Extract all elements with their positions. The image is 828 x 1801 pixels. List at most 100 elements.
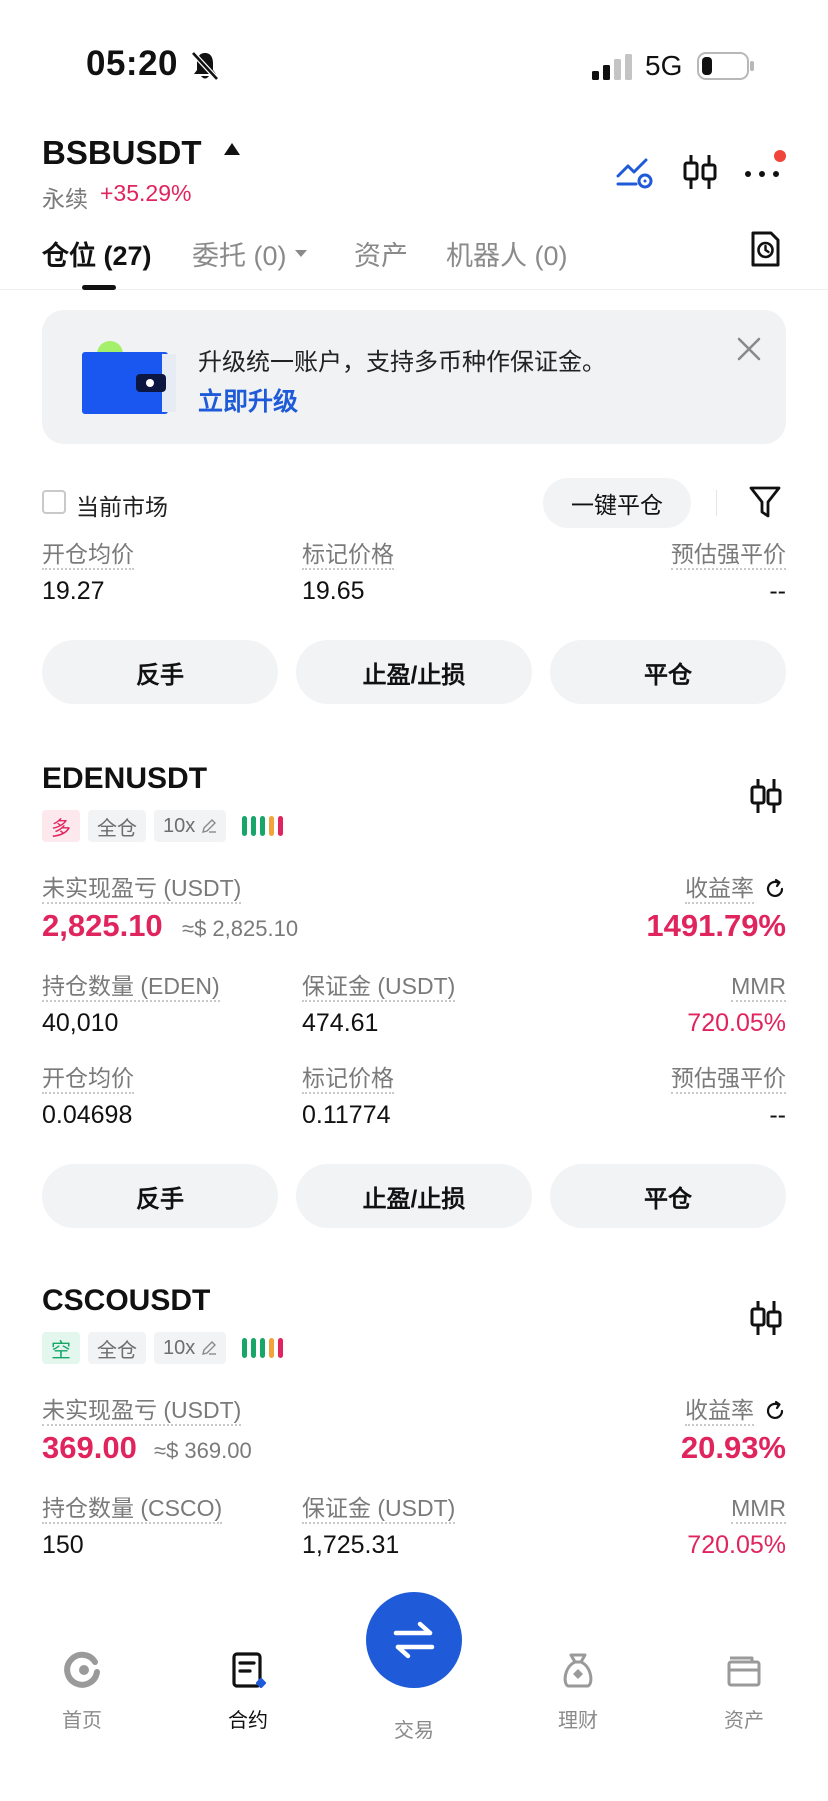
filter-icon[interactable]	[748, 484, 782, 520]
nav-trade-label[interactable]: 交易	[354, 1714, 474, 1743]
margin-value: 474.61	[302, 1009, 379, 1037]
active-tab-indicator	[82, 285, 116, 290]
leverage-badge[interactable]: 10x	[154, 1332, 227, 1364]
position-size-label[interactable]: 持仓数量 (EDEN)	[42, 972, 220, 1002]
candlestick-icon[interactable]	[748, 1298, 784, 1338]
tab-bots-label: 机器人 (0)	[446, 241, 568, 271]
reverse-button[interactable]: 反手	[42, 640, 278, 704]
side-badge: 空	[42, 1332, 80, 1364]
nav-contract[interactable]: 合约	[188, 1650, 308, 1733]
unrealized-pnl-value: 369.00	[42, 1430, 137, 1465]
mark-price-label[interactable]: 标记价格	[302, 1064, 394, 1094]
close-position-button[interactable]: 平仓	[550, 1164, 786, 1228]
margin-label[interactable]: 保证金 (USDT)	[302, 972, 456, 1002]
roe-header: 收益率	[685, 874, 786, 904]
position-card-cscousdt: CSCOUSDT 空 全仓 10x 未实现盈亏 (USDT) 369.00 ≈$…	[0, 1284, 828, 1584]
current-market-label[interactable]: 当前市场	[76, 488, 168, 522]
trade-button[interactable]	[366, 1592, 462, 1688]
position-size-value: 40,010	[42, 1009, 119, 1037]
status-time: 05:20	[86, 44, 179, 83]
position-tags: 多 全仓 10x	[42, 810, 284, 842]
mmr-value: 720.05%	[687, 1009, 786, 1037]
tab-bots[interactable]: 机器人 (0)	[446, 234, 568, 273]
symbol-selector[interactable]: BSBUSDT	[42, 134, 202, 172]
entry-price-label[interactable]: 开仓均价	[42, 540, 134, 570]
margin-mode-badge: 全仓	[88, 810, 146, 842]
price-change: +35.29%	[100, 180, 192, 206]
liquidation-price-label[interactable]: 预估强平价	[671, 540, 786, 570]
roe-label[interactable]: 收益率	[685, 874, 754, 904]
mark-price-label[interactable]: 标记价格	[302, 540, 394, 570]
position-symbol[interactable]: EDENUSDT	[42, 762, 207, 796]
unrealized-pnl-value: 2,825.10	[42, 908, 163, 943]
banner-message: 升级统一账户，支持多币种作保证金。	[198, 349, 606, 376]
upgrade-banner[interactable]: 升级统一账户，支持多币种作保证金。 立即升级	[42, 310, 786, 444]
position-size-label[interactable]: 持仓数量 (CSCO)	[42, 1494, 223, 1524]
candlestick-icon[interactable]	[748, 776, 784, 816]
entry-price-label[interactable]: 开仓均价	[42, 1064, 134, 1094]
nav-home-label: 首页	[62, 1710, 102, 1732]
unrealized-pnl-usd: ≈$ 369.00	[154, 1438, 252, 1463]
network-label: 5G	[645, 50, 683, 81]
roe-value: 20.93%	[680, 1430, 786, 1465]
mmr-label[interactable]: MMR	[731, 972, 786, 1002]
bottom-nav: 首页 合约 交易 理财 资产	[0, 1592, 828, 1801]
refresh-icon[interactable]	[764, 1400, 786, 1422]
mmr-label[interactable]: MMR	[731, 1494, 786, 1524]
refresh-icon[interactable]	[764, 878, 786, 900]
roe-label[interactable]: 收益率	[685, 1396, 754, 1426]
position-symbol[interactable]: CSCOUSDT	[42, 1284, 210, 1318]
position-tags: 空 全仓 10x	[42, 1332, 284, 1364]
roe-value: 1491.79%	[646, 908, 786, 943]
mark-price-value: 19.65	[302, 577, 365, 605]
leverage-badge[interactable]: 10x	[154, 810, 227, 842]
unrealized-pnl-label[interactable]: 未实现盈亏 (USDT)	[42, 874, 242, 904]
side-badge: 多	[42, 810, 80, 842]
filter-row: 当前市场 一键平仓	[0, 478, 828, 530]
bell-muted-icon	[191, 51, 219, 81]
close-position-button[interactable]: 平仓	[550, 640, 786, 704]
leverage-value: 10x	[163, 814, 196, 837]
mark-price-value: 0.11774	[302, 1101, 391, 1129]
current-market-checkbox[interactable]	[42, 490, 66, 514]
tab-orders[interactable]: 委托 (0)	[192, 234, 307, 273]
reverse-button[interactable]: 反手	[42, 1164, 278, 1228]
tpsl-button[interactable]: 止盈/止损	[296, 640, 532, 704]
home-icon	[64, 1651, 100, 1688]
tab-assets[interactable]: 资产	[354, 234, 408, 273]
contract-type: 永续	[42, 186, 88, 212]
unrealized-pnl-label[interactable]: 未实现盈亏 (USDT)	[42, 1396, 242, 1426]
tab-positions[interactable]: 仓位 (27)	[42, 234, 152, 273]
position-card-edenusdt: EDENUSDT 多 全仓 10x 未实现盈亏 (USDT) 2,825.10 …	[0, 762, 828, 1232]
tpsl-button[interactable]: 止盈/止损	[296, 1164, 532, 1228]
unrealized-pnl-usd: ≈$ 2,825.10	[182, 916, 299, 941]
divider	[716, 490, 717, 516]
wallet-icon	[727, 1656, 761, 1687]
position-tabs: 仓位 (27) 委托 (0) 资产 机器人 (0)	[0, 230, 828, 290]
close-icon[interactable]	[736, 336, 762, 362]
nav-home[interactable]: 首页	[22, 1650, 142, 1733]
wallet-illustration-icon	[82, 341, 176, 414]
header: BSBUSDT 永续 +35.29%	[0, 130, 828, 230]
status-bar: 05:20 5G	[0, 0, 828, 120]
trend-chart-icon[interactable]	[612, 150, 656, 194]
close-all-button[interactable]: 一键平仓	[543, 478, 691, 528]
liquidation-price-label[interactable]: 预估强平价	[671, 1064, 786, 1094]
nav-assets[interactable]: 资产	[684, 1650, 804, 1733]
tab-orders-label: 委托 (0)	[192, 241, 287, 271]
chevron-down-icon	[294, 250, 307, 257]
margin-mode-badge: 全仓	[88, 1332, 146, 1364]
margin-label[interactable]: 保证金 (USDT)	[302, 1494, 456, 1524]
tab-positions-label: 仓位 (27)	[42, 241, 152, 271]
history-document-icon[interactable]	[748, 230, 782, 268]
nav-finance[interactable]: 理财	[518, 1650, 638, 1733]
candlestick-icon[interactable]	[678, 150, 722, 194]
edit-pencil-icon	[202, 819, 217, 833]
contract-icon	[232, 1652, 267, 1689]
battery-icon	[697, 52, 754, 80]
entry-price-value: 0.04698	[42, 1101, 133, 1129]
nav-contract-label: 合约	[228, 1710, 268, 1732]
liquidation-price-value: --	[769, 1101, 786, 1129]
upgrade-now-link[interactable]: 立即升级	[198, 382, 298, 418]
caret-up-icon[interactable]	[223, 142, 241, 156]
